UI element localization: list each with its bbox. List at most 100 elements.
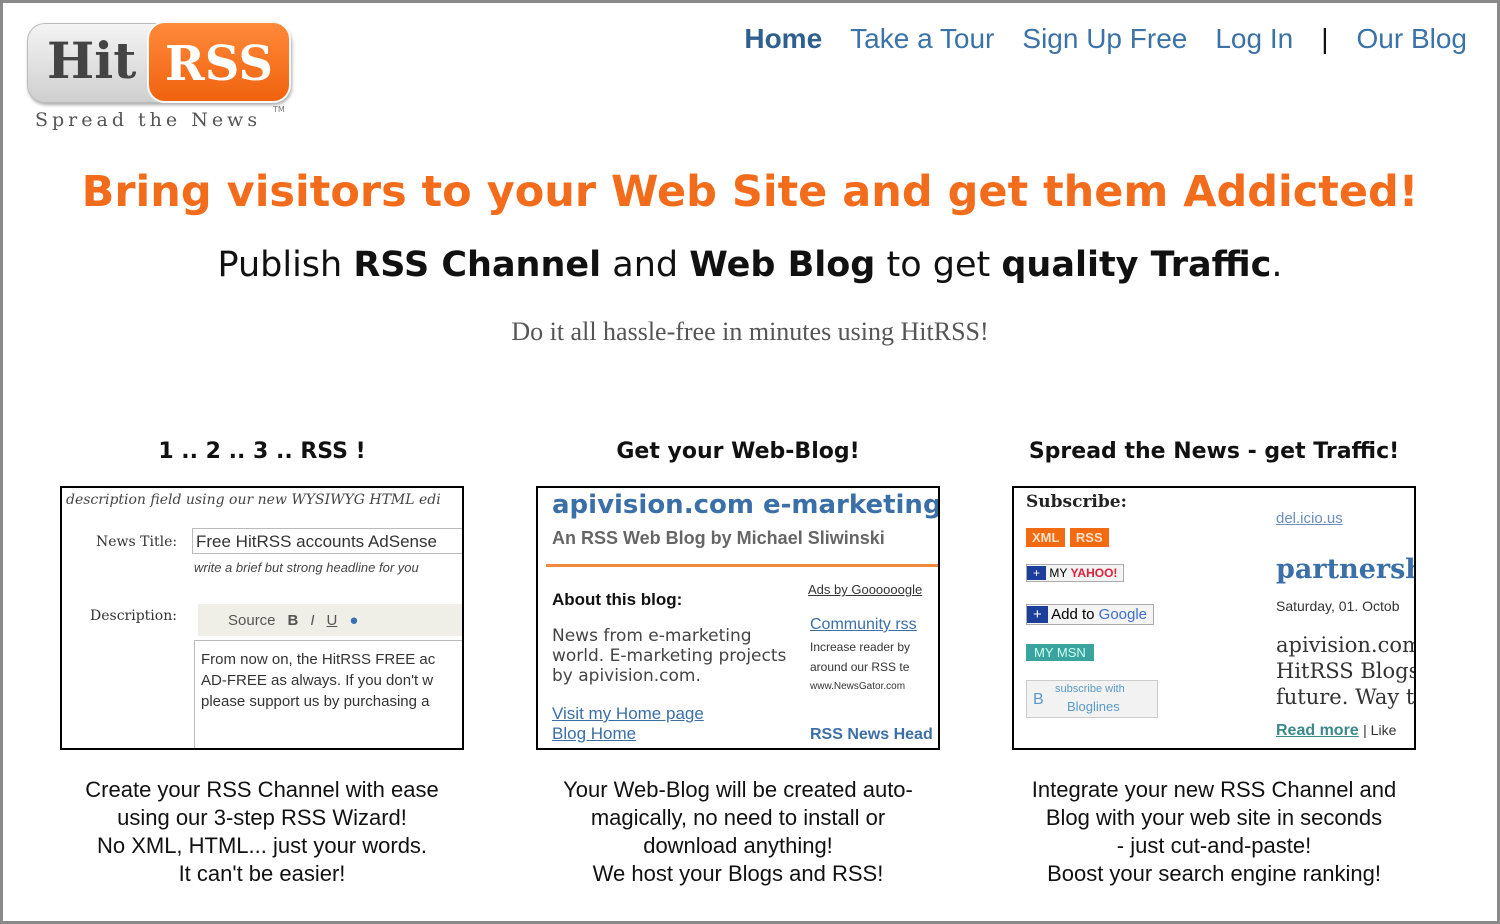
blog-home-link: Blog Home bbox=[552, 724, 637, 743]
bold-button: B bbox=[287, 611, 299, 629]
read-more-link: Read more bbox=[1276, 722, 1359, 739]
desc-line: using our 3-step RSS Wizard! bbox=[117, 805, 407, 830]
feature-web-blog: Get your Web-Blog! apivision.com e-marke… bbox=[518, 439, 958, 888]
editor-line: please support us by purchasing a bbox=[201, 693, 430, 710]
about-heading: About this blog: bbox=[552, 590, 683, 609]
hitrss-logo[interactable]: Hit RSS Spread the News TM bbox=[25, 21, 295, 141]
logo-tm: TM bbox=[273, 105, 285, 114]
subscribe-heading: Subscribe: bbox=[1026, 492, 1127, 512]
google-label: Google bbox=[1098, 606, 1148, 623]
blog-divider bbox=[546, 564, 938, 567]
screenshot-web-blog: apivision.com e-marketing An RSS Web Blo… bbox=[536, 486, 940, 750]
my-yahoo-button: + MY YAHOO! bbox=[1026, 564, 1125, 582]
screenshot-rss-wizard: description field using our new WYSIWYG … bbox=[60, 486, 464, 750]
desc-line: No XML, HTML... just your words. bbox=[96, 833, 428, 858]
post-title: partnersh bbox=[1276, 554, 1416, 585]
desc-line: Create your RSS Channel with ease bbox=[85, 777, 439, 802]
underline-button: U bbox=[326, 611, 338, 629]
ad-title: Community rss bbox=[810, 616, 917, 633]
ad-text: Increase reader by around our RSS te www… bbox=[810, 637, 910, 697]
top-nav: Home Take a Tour Sign Up Free Log In | O… bbox=[744, 23, 1467, 55]
post-line: HitRSS Blogs. bbox=[1276, 659, 1416, 683]
sub-bold: Web Blog bbox=[689, 245, 876, 285]
ads-label: Ads by Goooooogle bbox=[808, 582, 923, 597]
screenshot-subscribe: Subscribe: XML RSS + MY YAHOO! + Add to … bbox=[1012, 486, 1416, 750]
globe-icon: ● bbox=[349, 611, 359, 629]
bloglines-top: subscribe with bbox=[1055, 683, 1125, 695]
nav-take-a-tour[interactable]: Take a Tour bbox=[850, 23, 994, 55]
editor-body: From now on, the HitRSS FREE ac AD-FREE … bbox=[194, 640, 462, 748]
yahoo-label: YAHOO! bbox=[1070, 566, 1118, 580]
google-add: Add to bbox=[1051, 606, 1095, 623]
desc-line: It can't be easier! bbox=[178, 861, 346, 886]
post-line: future. Way to bbox=[1276, 685, 1416, 709]
add-to-google-button: + Add to Google bbox=[1026, 604, 1155, 625]
about-line: News from e-marketing bbox=[552, 626, 752, 646]
news-title-hint: write a brief but strong headline for yo… bbox=[194, 560, 419, 575]
post-date: Saturday, 01. Octob bbox=[1276, 598, 1400, 614]
xml-rss-badges: XML RSS bbox=[1026, 528, 1109, 547]
feature-description: Create your RSS Channel with ease using … bbox=[42, 776, 482, 888]
nav-our-blog[interactable]: Our Blog bbox=[1357, 23, 1468, 55]
desc-line: Boost your search engine ranking! bbox=[1047, 861, 1381, 886]
sub-bold: quality Traffic bbox=[1001, 245, 1272, 285]
sub-text: and bbox=[601, 245, 690, 285]
desc-line: Your Web-Blog will be created auto- bbox=[563, 777, 913, 802]
feature-title: 1 .. 2 .. 3 .. RSS ! bbox=[158, 439, 366, 464]
nav-log-in[interactable]: Log In bbox=[1215, 23, 1293, 55]
logo-hit: Hit bbox=[47, 31, 137, 90]
feature-description: Your Web-Blog will be created auto- magi… bbox=[518, 776, 958, 888]
about-line: world. E-marketing projects bbox=[552, 646, 787, 666]
desc-line: Integrate your new RSS Channel and bbox=[1031, 777, 1397, 802]
editor-line: AD-FREE as always. If you don't w bbox=[201, 672, 434, 689]
news-title-label: News Title: bbox=[96, 534, 178, 550]
rss-badge: RSS bbox=[1069, 528, 1109, 547]
feature-description: Integrate your new RSS Channel and Blog … bbox=[994, 776, 1434, 888]
feature-title: Get your Web-Blog! bbox=[616, 439, 860, 464]
ad-line: Increase reader by bbox=[810, 640, 911, 654]
desc-line: Blog with your web site in seconds bbox=[1045, 805, 1383, 830]
source-button: Source bbox=[228, 611, 276, 629]
ad-line: around our RSS te bbox=[810, 660, 910, 674]
sub-text: Publish bbox=[217, 245, 354, 285]
nav-home[interactable]: Home bbox=[744, 23, 822, 55]
desc-line: magically, no need to install or bbox=[590, 805, 886, 830]
logo-rss: RSS bbox=[147, 21, 291, 103]
yahoo-my: MY bbox=[1049, 566, 1068, 580]
desc-line: We host your Blogs and RSS! bbox=[592, 861, 884, 886]
feature-rss-wizard: 1 .. 2 .. 3 .. RSS ! description field u… bbox=[42, 439, 482, 888]
news-title-input: Free HitRSS accounts AdSense bbox=[192, 528, 462, 554]
feature-spread-news: Spread the News - get Traffic! Subscribe… bbox=[994, 439, 1434, 888]
tagline: Do it all hassle-free in minutes using H… bbox=[511, 317, 989, 346]
nav-sign-up-free[interactable]: Sign Up Free bbox=[1022, 23, 1187, 55]
blog-title: apivision.com e-marketing bbox=[552, 490, 940, 520]
bloglines-label: Bloglines bbox=[1067, 699, 1120, 714]
desc-line: - just cut-and-paste! bbox=[1116, 833, 1312, 858]
shot-top-text: description field using our new WYSIWYG … bbox=[66, 492, 441, 508]
sub-text: . bbox=[1271, 245, 1283, 285]
editor-line: From now on, the HitRSS FREE ac bbox=[201, 651, 436, 668]
feature-title: Spread the News - get Traffic! bbox=[1028, 439, 1400, 464]
about-text: News from e-marketing world. E-marketing… bbox=[552, 626, 786, 686]
ad-line: www.NewsGator.com bbox=[810, 681, 906, 692]
blog-subtitle: An RSS Web Blog by Michael Sliwinski bbox=[552, 528, 885, 548]
sub-text: to get bbox=[875, 245, 1002, 285]
logo-tagline: Spread the News bbox=[35, 109, 262, 131]
nav-separator: | bbox=[1321, 23, 1329, 54]
like-link: | Like bbox=[1363, 722, 1397, 738]
desc-line: download anything! bbox=[643, 833, 833, 858]
my-msn-button: MY MSN bbox=[1026, 644, 1094, 661]
visit-home-link: Visit my Home page bbox=[552, 704, 704, 723]
italic-button: I bbox=[310, 611, 315, 629]
subheadline: Publish RSS Channel and Web Blog to get … bbox=[3, 245, 1497, 285]
about-line: by apivision.com. bbox=[552, 666, 701, 686]
description-label: Description: bbox=[90, 608, 177, 624]
post-line: apivision.com bbox=[1276, 633, 1416, 657]
delicious-link: del.icio.us bbox=[1276, 510, 1343, 527]
headline: Bring visitors to your Web Site and get … bbox=[81, 167, 1419, 217]
sub-bold: RSS Channel bbox=[353, 245, 602, 285]
post-footer: Read more | Like bbox=[1276, 722, 1396, 740]
bloglines-button: Bsubscribe with Bloglines bbox=[1026, 680, 1158, 718]
xml-badge: XML bbox=[1026, 528, 1066, 547]
rss-news-heading: RSS News Head bbox=[810, 726, 933, 743]
